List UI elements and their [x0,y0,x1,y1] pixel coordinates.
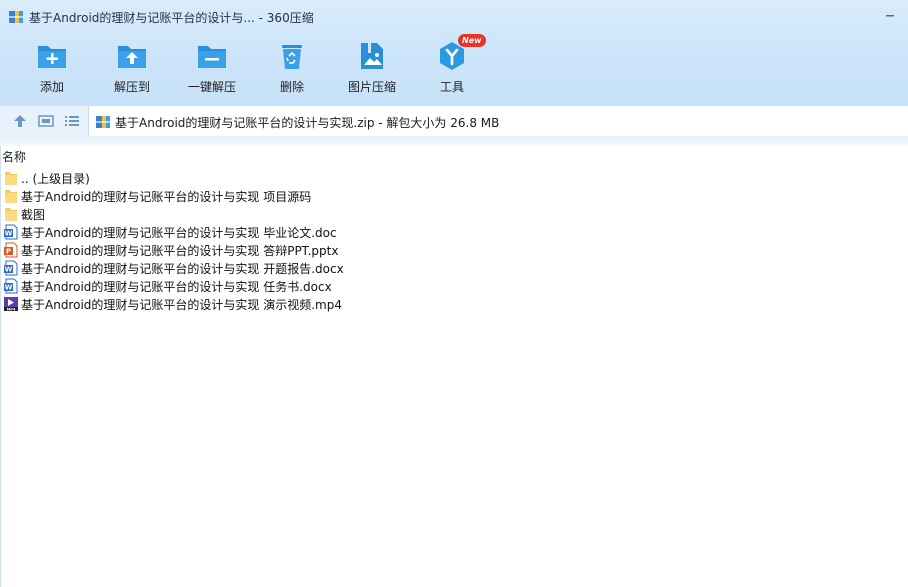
minimize-icon [886,15,894,17]
folder-oneclick-icon [198,46,226,68]
column-header-name[interactable]: 名称 [2,148,26,165]
one-click-extract-button[interactable]: 一键解压 [172,38,252,100]
delete-button[interactable]: 删除 [252,38,332,100]
folder-extract-icon [118,46,146,68]
file-name: 基于Android的理财与记账平台的设计与实现 答辩PPT.pptx [21,244,339,258]
file-name: 截图 [21,208,46,222]
list-item[interactable]: W 基于Android的理财与记账平台的设计与实现 开题报告.docx [0,259,908,277]
word-document-icon: W [4,224,18,240]
top-area: 基于Android的理财与记账平台的设计与... - 360压缩 添加 解压到 … [0,0,908,106]
svg-text:W: W [5,284,13,292]
window-title: 基于Android的理财与记账平台的设计与... - 360压缩 [29,11,314,25]
list-item[interactable]: W 基于Android的理财与记账平台的设计与实现 任务书.docx [0,277,908,295]
toolbar: 添加 解压到 一键解压 删除 图片压缩 New 工具 [0,34,908,104]
list-item[interactable]: W 基于Android的理财与记账平台的设计与实现 毕业论文.doc [0,223,908,241]
zip-file-icon [96,116,110,128]
address-text: 基于Android的理财与记账平台的设计与实现.zip - 解包大小为 26.8… [115,116,500,130]
file-name: 基于Android的理财与记账平台的设计与实现 任务书.docx [21,280,332,294]
powerpoint-document-icon: P [4,242,18,258]
one-click-extract-label: 一键解压 [187,80,236,94]
minimize-button[interactable] [880,6,900,26]
recycle-bin-icon [282,45,302,69]
list-item[interactable]: P 基于Android的理财与记账平台的设计与实现 答辩PPT.pptx [0,241,908,259]
svg-text:MP4: MP4 [7,308,16,312]
list-view-icon[interactable] [63,112,81,130]
list-item[interactable]: MP4 基于Android的理财与记账平台的设计与实现 演示视频.mp4 [0,295,908,313]
address-bar[interactable]: 基于Android的理财与记账平台的设计与实现.zip - 解包大小为 26.8… [88,106,908,136]
tools-button[interactable]: New 工具 [412,34,492,100]
image-compress-button[interactable]: 图片压缩 [332,38,412,100]
tools-label: 工具 [439,80,464,94]
folder-icon [5,208,17,221]
title-bar[interactable]: 基于Android的理财与记账平台的设计与... - 360压缩 [0,0,908,34]
file-name: 基于Android的理财与记账平台的设计与实现 开题报告.docx [21,262,344,276]
file-name: 基于Android的理财与记账平台的设计与实现 毕业论文.doc [21,226,337,240]
left-border [0,146,1,587]
file-list: .. (上级目录) 基于Android的理财与记账平台的设计与实现 项目源码 截… [0,169,908,313]
list-item[interactable]: 截图 [0,205,908,223]
navigation-bar: 基于Android的理财与记账平台的设计与实现.zip - 解包大小为 26.8… [0,106,908,136]
extract-to-label: 解压到 [113,80,150,94]
app-window: 基于Android的理财与记账平台的设计与... - 360压缩 添加 解压到 … [0,0,908,587]
svg-text:W: W [5,230,13,238]
svg-text:P: P [6,248,11,256]
folder-icon [5,172,17,185]
word-document-icon: W [4,278,18,294]
image-compress-label: 图片压缩 [347,80,396,94]
add-button[interactable]: 添加 [12,38,92,100]
image-compress-icon [361,43,383,69]
thumbnail-view-icon[interactable] [37,112,55,130]
list-item[interactable]: .. (上级目录) [0,169,908,187]
up-arrow-icon[interactable] [11,112,29,130]
svg-text:W: W [5,266,13,274]
archive-app-icon [9,11,23,23]
file-name: 基于Android的理财与记账平台的设计与实现 项目源码 [21,190,312,204]
extract-to-button[interactable]: 解压到 [92,38,172,100]
folder-icon [5,190,17,203]
folder-add-icon [38,46,66,68]
list-header: 名称 [0,146,908,166]
word-document-icon: W [4,260,18,276]
list-item[interactable]: 基于Android的理财与记账平台的设计与实现 项目源码 [0,187,908,205]
new-badge: New [458,34,486,47]
file-name: .. (上级目录) [21,172,90,186]
delete-label: 删除 [279,80,304,94]
add-label: 添加 [39,80,64,94]
video-file-icon: MP4 [4,297,18,312]
file-name: 基于Android的理财与记账平台的设计与实现 演示视频.mp4 [21,298,342,312]
separator-band [0,136,908,146]
